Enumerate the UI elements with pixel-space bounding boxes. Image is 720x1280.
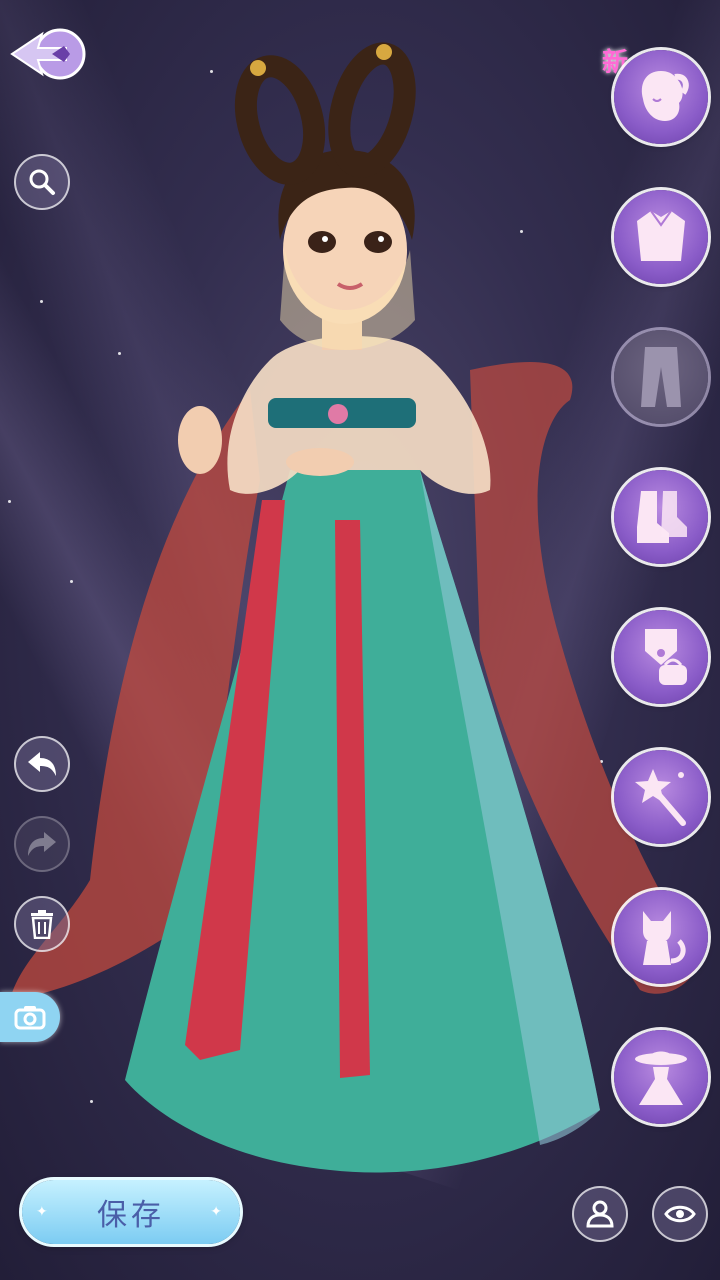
hat-dress-icon [635,1051,687,1105]
back-arrow-icon [10,28,86,80]
undo-button[interactable] [14,736,70,792]
back-button[interactable] [8,24,88,84]
delete-button[interactable] [14,896,70,952]
magic-wand-icon [635,769,686,826]
toggle-view-button[interactable] [652,1186,708,1242]
camera-button[interactable] [0,992,60,1042]
right-eye [364,231,392,253]
camera-icon [14,1006,46,1030]
category-pet-button[interactable] [614,890,708,984]
top-icon [637,210,685,261]
redo-button[interactable] [14,816,70,872]
hairpin-ornament [250,60,266,76]
left-eye [308,231,336,253]
category-suit-button[interactable] [614,1030,708,1124]
redo-icon [28,832,56,856]
eye-glint [322,236,328,242]
cat-icon [643,911,686,965]
category-bottom-button[interactable] [614,330,708,424]
hair-loop-right [328,42,416,178]
eye-icon [664,1205,696,1223]
hair-icon [641,71,689,121]
category-shoes-button[interactable] [614,470,708,564]
necklace-bag-icon [645,629,687,685]
undo-icon [28,752,56,776]
avatar-character [10,42,700,1173]
zoom-button[interactable] [14,154,70,210]
sparkle-icon: ✦ [210,1204,226,1220]
save-button-label: 保存 [97,1198,165,1233]
wardrobe-button[interactable] [572,1186,628,1242]
right-hand [286,448,354,476]
belt-flower [328,404,348,424]
magnifier-icon [29,169,55,195]
hair-loop-left [234,55,326,185]
category-effects-button[interactable] [614,750,708,844]
hanger-icon [586,1200,614,1228]
save-button[interactable]: ✦ 保存 ✦ [22,1180,240,1244]
boots-icon [637,491,687,543]
category-hair-button[interactable] [614,50,708,144]
pants-icon [641,347,681,407]
hairpin-ornament [376,44,392,60]
category-top-button[interactable] [614,190,708,284]
eye-glint [378,236,384,242]
trash-icon [31,910,53,939]
sparkle-icon: ✦ [36,1204,52,1220]
category-accessories-button[interactable] [614,610,708,704]
left-hand [178,406,222,474]
